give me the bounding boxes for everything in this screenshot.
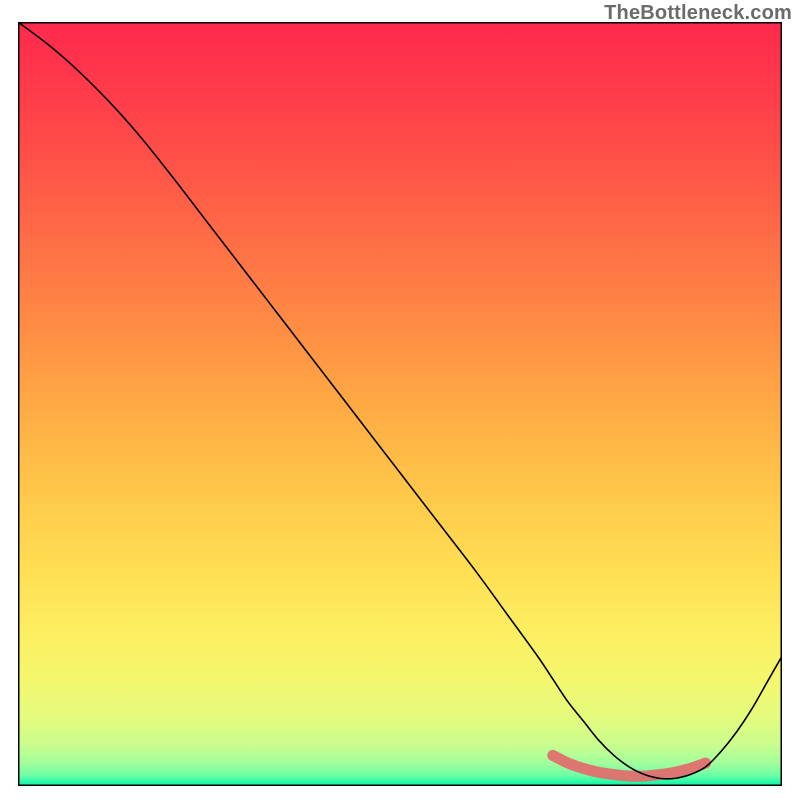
chart-svg [18, 22, 782, 786]
chart-container: TheBottleneck.com [0, 0, 800, 800]
gradient-background [18, 22, 782, 786]
watermark-text: TheBottleneck.com [604, 2, 792, 25]
plot-area [18, 22, 782, 786]
